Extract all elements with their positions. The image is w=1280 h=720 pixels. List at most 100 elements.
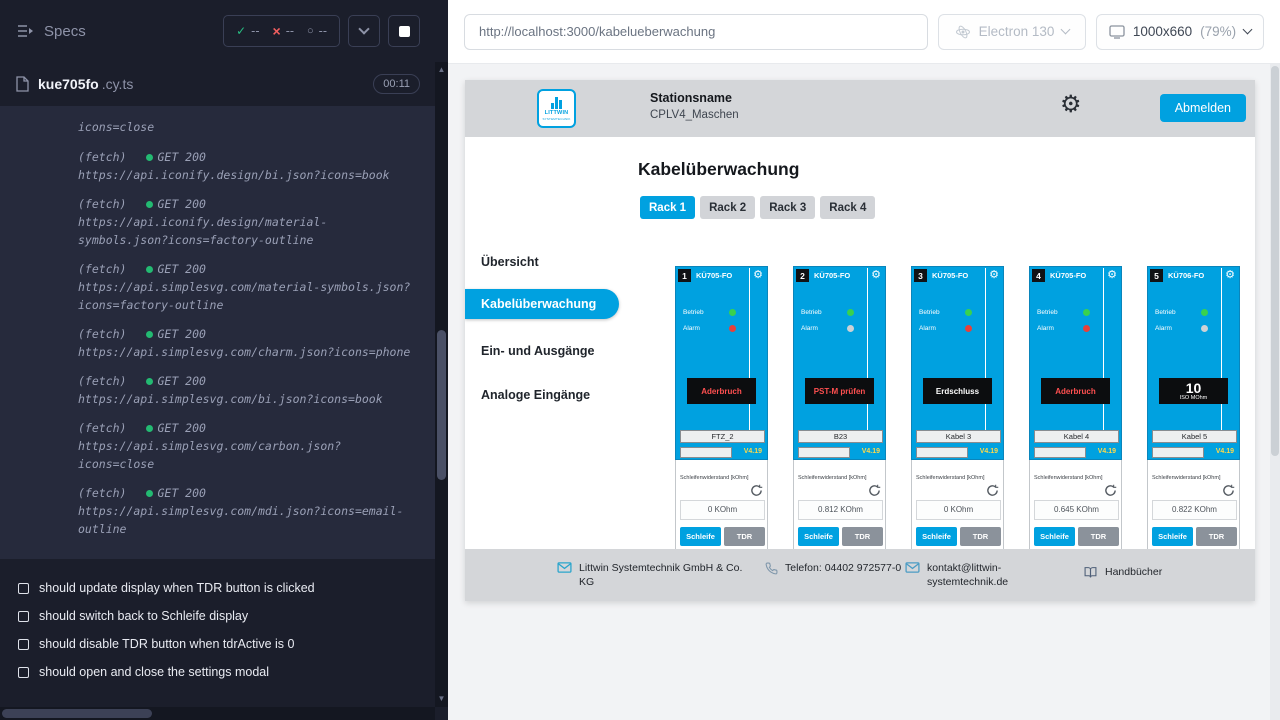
fetch-label: (fetch) [78, 372, 126, 390]
nav-uebersicht[interactable]: Übersicht [465, 252, 539, 272]
firmware-version: V4.19 [862, 448, 880, 455]
test-state-icon [18, 583, 29, 594]
stat-failed[interactable]: ×-- [273, 24, 295, 38]
address-input[interactable] [464, 14, 928, 50]
horizontal-scrollbar[interactable] [0, 707, 435, 720]
request-url: https://api.iconify.design/material-symb… [78, 213, 417, 249]
test-item[interactable]: should switch back to Schleife display [18, 609, 428, 623]
alarm-led [847, 325, 854, 332]
tdr-button[interactable]: TDR [724, 527, 765, 546]
cable-name-field[interactable]: Kabel 4 [1034, 430, 1119, 443]
stat-pending[interactable]: ○-- [307, 24, 327, 38]
card-gear-icon[interactable]: ⚙ [1225, 268, 1235, 282]
cable-name-field[interactable]: B23 [798, 430, 883, 443]
card-gear-icon[interactable]: ⚙ [989, 268, 999, 282]
schleife-button[interactable]: Schleife [680, 527, 721, 546]
firmware-version: V4.19 [1216, 448, 1234, 455]
cable-name-field[interactable]: FTZ_2 [680, 430, 765, 443]
log-entry[interactable]: (fetch)GET 200 https://api.simplesvg.com… [78, 372, 417, 408]
stat-passed[interactable]: ✓-- [236, 24, 259, 38]
schleife-button[interactable]: Schleife [1034, 527, 1075, 546]
success-dot-icon [146, 425, 153, 432]
test-list: should update display when TDR button is… [0, 559, 448, 679]
specs-menu-button[interactable]: Specs [16, 23, 86, 40]
viewport-icon [1109, 25, 1125, 39]
refresh-icon[interactable] [1104, 484, 1117, 497]
card-number-badge: 5 [1150, 269, 1163, 282]
alarm-label: Alarm [801, 325, 818, 332]
card-divider [867, 268, 868, 431]
footer-company: Littwin Systemtechnik GmbH & Co. KG [557, 561, 751, 589]
browser-select[interactable]: Electron 130 [938, 14, 1086, 50]
logout-button[interactable]: Abmelden [1160, 94, 1246, 122]
vertical-scrollbar[interactable]: ▲ ▼ [435, 62, 448, 707]
schleife-button[interactable]: Schleife [1152, 527, 1193, 546]
request-url: https://api.iconify.design/bi.json?icons… [78, 166, 417, 184]
tdr-button[interactable]: TDR [842, 527, 883, 546]
iso-unit-label: ISO MOhm [1180, 395, 1208, 401]
scroll-up-icon[interactable]: ▲ [435, 65, 448, 75]
test-state-icon [18, 667, 29, 678]
stop-icon [399, 26, 410, 37]
company-text: Littwin Systemtechnik GmbH & Co. KG [579, 561, 751, 589]
scrollbar-thumb[interactable] [2, 709, 152, 718]
mail-icon [905, 562, 920, 589]
card-gear-icon[interactable]: ⚙ [1107, 268, 1117, 282]
spec-name[interactable]: kue705fo [38, 76, 99, 92]
tab-rack-2[interactable]: Rack 2 [700, 196, 755, 219]
tab-rack-3[interactable]: Rack 3 [760, 196, 815, 219]
nav-kabelueberwachung[interactable]: Kabelüberwachung [465, 289, 619, 319]
card-gear-icon[interactable]: ⚙ [871, 268, 881, 282]
tdr-button[interactable]: TDR [960, 527, 1001, 546]
refresh-icon[interactable] [1222, 484, 1235, 497]
betrieb-led [729, 309, 736, 316]
card-gear-icon[interactable]: ⚙ [753, 268, 763, 282]
page-scrollbar[interactable] [1270, 64, 1280, 720]
log-entry[interactable]: (fetch)GET 200 https://api.iconify.desig… [78, 148, 417, 184]
http-status: GET 200 [157, 195, 205, 213]
footer-email[interactable]: kontakt@littwin-systemtechnik.de [905, 561, 1017, 589]
settings-gear-icon[interactable]: ⚙ [1060, 91, 1082, 120]
tdr-button[interactable]: TDR [1196, 527, 1237, 546]
tab-rack-1[interactable]: Rack 1 [640, 196, 695, 219]
app-preview: LITTWIN SYSTEMTECHNIK Stationsname CPLV4… [465, 80, 1255, 601]
loop-resistance-label: Schleifenwiderstand [kOhm] [1034, 475, 1102, 481]
test-item[interactable]: should open and close the settings modal [18, 665, 428, 679]
test-stats[interactable]: ✓-- ×-- ○-- [223, 15, 340, 47]
nav-ein-und-ausgaenge[interactable]: Ein- und Ausgänge [465, 341, 594, 361]
loop-resistance-label: Schleifenwiderstand [kOhm] [916, 475, 984, 481]
log-entry[interactable]: (fetch)GET 200 https://api.simplesvg.com… [78, 419, 417, 473]
log-continuation: icons=close [78, 118, 417, 136]
refresh-icon[interactable] [750, 484, 763, 497]
runner-toolbar: Electron 130 1000x660 (79%) [448, 0, 1280, 64]
scroll-down-icon[interactable]: ▼ [435, 694, 448, 704]
viewport-size: 1000x660 [1133, 24, 1192, 39]
test-item[interactable]: should update display when TDR button is… [18, 581, 428, 595]
scrollbar-thumb[interactable] [1271, 66, 1279, 456]
log-entry[interactable]: (fetch)GET 200 https://api.simplesvg.com… [78, 484, 417, 538]
refresh-icon[interactable] [868, 484, 881, 497]
footer-manuals-link[interactable]: Handbücher [1083, 565, 1162, 583]
spec-timer: 00:11 [373, 74, 420, 94]
fetch-label: (fetch) [78, 484, 126, 502]
stop-button[interactable] [388, 15, 420, 47]
log-entry[interactable]: (fetch)GET 200 https://api.iconify.desig… [78, 195, 417, 249]
tab-rack-4[interactable]: Rack 4 [820, 196, 875, 219]
schleife-button[interactable]: Schleife [798, 527, 839, 546]
schleife-button[interactable]: Schleife [916, 527, 957, 546]
card-number-badge: 3 [914, 269, 927, 282]
tdr-button[interactable]: TDR [1078, 527, 1119, 546]
scrollbar-thumb[interactable] [437, 330, 446, 480]
viewport-select[interactable]: 1000x660 (79%) [1096, 14, 1264, 50]
collapse-button[interactable] [348, 15, 380, 47]
test-item[interactable]: should disable TDR button when tdrActive… [18, 637, 428, 651]
nav-analoge-eingaenge[interactable]: Analoge Eingänge [465, 385, 590, 405]
cable-name-field[interactable]: Kabel 5 [1152, 430, 1237, 443]
footer-phone: Telefon: 04402 972577-0 [765, 561, 905, 579]
log-entry[interactable]: (fetch)GET 200 https://api.simplesvg.com… [78, 260, 417, 314]
refresh-icon[interactable] [986, 484, 999, 497]
test-title: should open and close the settings modal [39, 665, 269, 679]
log-entry[interactable]: (fetch)GET 200 https://api.simplesvg.com… [78, 325, 417, 361]
cable-name-field[interactable]: Kabel 3 [916, 430, 1001, 443]
request-url: https://api.simplesvg.com/carbon.json?ic… [78, 437, 417, 473]
